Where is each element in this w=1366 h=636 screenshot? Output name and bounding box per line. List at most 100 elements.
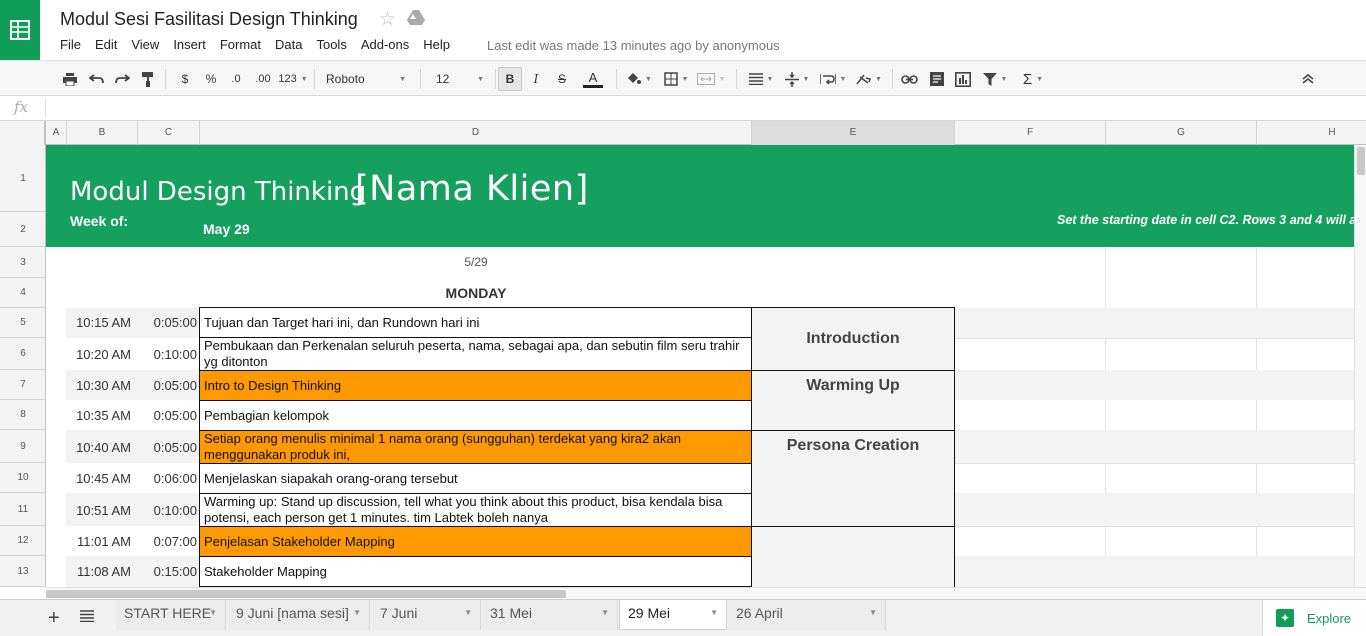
all-sheets-icon[interactable] xyxy=(80,610,94,625)
activity-cell[interactable]: Stakeholder Mapping xyxy=(199,556,752,587)
sheet-tab-26-april[interactable]: 26 April ▼ xyxy=(728,600,886,630)
vertical-scroll-thumb[interactable] xyxy=(1357,147,1365,175)
menu-view[interactable]: View xyxy=(131,37,166,52)
merge-cells-icon[interactable]: ▼ xyxy=(694,67,728,91)
currency-format-button[interactable]: $ xyxy=(176,67,194,91)
session-cell[interactable]: Warming Up xyxy=(751,370,955,431)
activity-cell[interactable]: Pembukaan dan Perkenalan seluruh peserta… xyxy=(199,337,752,371)
duration-cell[interactable]: 0:05:00 xyxy=(137,440,199,455)
time-cell[interactable]: 11:08 AM xyxy=(66,564,137,579)
formula-input[interactable] xyxy=(50,96,1350,120)
font-family-select[interactable]: Roboto ▼ xyxy=(320,67,412,91)
date-cell[interactable]: 5/29 xyxy=(200,255,752,269)
time-cell[interactable]: 11:01 AM xyxy=(66,534,137,549)
time-cell[interactable]: 10:15 AM xyxy=(66,315,137,330)
row-header-5[interactable]: 5 xyxy=(0,308,45,338)
menu-data[interactable]: Data xyxy=(275,37,309,52)
increase-decimal-button[interactable]: .00 xyxy=(251,67,275,91)
font-size-select[interactable]: 12 ▼ xyxy=(430,67,490,91)
session-cell[interactable]: Persona Creation xyxy=(751,430,955,527)
document-title[interactable]: Modul Sesi Fasilitasi Design Thinking xyxy=(60,9,358,30)
duration-cell[interactable]: 0:15:00 xyxy=(137,564,199,579)
explore-button[interactable]: ✦ Explore xyxy=(1262,600,1366,636)
borders-icon[interactable]: ▼ xyxy=(660,67,692,91)
row-header-10[interactable]: 10 xyxy=(0,463,45,493)
column-header-a[interactable]: A xyxy=(46,121,67,145)
menu-addons[interactable]: Add-ons xyxy=(361,37,416,52)
row-header-8[interactable]: 8 xyxy=(0,400,45,430)
row-header-13[interactable]: 13 xyxy=(0,556,45,587)
print-icon[interactable] xyxy=(60,67,80,91)
horizontal-align-icon[interactable]: ▼ xyxy=(744,67,778,91)
star-icon[interactable]: ☆ xyxy=(379,8,396,31)
time-cell[interactable]: 10:40 AM xyxy=(66,440,137,455)
menu-edit[interactable]: Edit xyxy=(95,37,124,52)
duration-cell[interactable]: 0:05:00 xyxy=(137,378,199,393)
row-header-9[interactable]: 9 xyxy=(0,430,45,463)
add-sheet-icon[interactable]: + xyxy=(48,607,60,630)
week-date-cell[interactable]: May 29 xyxy=(203,221,250,237)
decrease-decimal-button[interactable]: .0 xyxy=(226,67,246,91)
activity-cell[interactable]: Intro to Design Thinking xyxy=(199,370,752,401)
time-cell[interactable]: 10:35 AM xyxy=(66,408,137,423)
time-cell[interactable]: 10:45 AM xyxy=(66,471,137,486)
time-cell[interactable]: 10:20 AM xyxy=(66,347,137,362)
move-to-folder-icon[interactable] xyxy=(407,10,425,29)
row-header-2[interactable]: 2 xyxy=(0,212,45,247)
menu-format[interactable]: Format xyxy=(220,37,268,52)
day-name-cell[interactable]: MONDAY xyxy=(200,285,752,301)
column-header-e[interactable]: E xyxy=(752,121,955,145)
activity-cell[interactable]: Setiap orang menulis minimal 1 nama oran… xyxy=(199,430,752,464)
horizontal-scroll-thumb[interactable] xyxy=(46,590,566,598)
row-header-1[interactable]: 1 xyxy=(0,145,45,212)
bold-button[interactable]: B xyxy=(498,67,522,91)
session-cell[interactable]: Introduction xyxy=(751,307,955,371)
text-wrapping-icon[interactable]: ▼ xyxy=(816,67,850,91)
menu-help[interactable]: Help xyxy=(423,37,457,52)
text-rotation-icon[interactable]: ▼ xyxy=(852,67,886,91)
sheet-tab-31-mei[interactable]: 31 Mei ▼ xyxy=(482,600,618,630)
duration-cell[interactable]: 0:06:00 xyxy=(137,471,199,486)
select-all-corner[interactable] xyxy=(0,121,46,145)
session-cell[interactable] xyxy=(751,526,955,587)
row-header-6[interactable]: 6 xyxy=(0,338,45,370)
time-cell[interactable]: 10:51 AM xyxy=(66,503,137,518)
undo-icon[interactable] xyxy=(86,67,106,91)
insert-chart-icon[interactable] xyxy=(952,67,974,91)
sheet-tab-9-juni[interactable]: 9 Juni [nama sesi] ▼ xyxy=(228,600,370,630)
activity-cell[interactable]: Tujuan dan Target hari ini, dan Rundown … xyxy=(199,307,752,338)
collapse-toolbar-icon[interactable] xyxy=(1298,67,1318,91)
vertical-align-icon[interactable]: ▼ xyxy=(780,67,814,91)
activity-cell[interactable]: Warming up: Stand up discussion, tell wh… xyxy=(199,493,752,527)
functions-button[interactable]: Σ ▼ xyxy=(1016,67,1050,91)
activity-cell[interactable]: Menjelaskan siapakah orang-orang tersebu… xyxy=(199,463,752,494)
horizontal-scrollbar[interactable] xyxy=(46,587,1366,599)
time-cell[interactable]: 10:30 AM xyxy=(66,378,137,393)
menu-tools[interactable]: Tools xyxy=(316,37,353,52)
column-header-f[interactable]: F xyxy=(955,121,1106,145)
row-header-12[interactable]: 12 xyxy=(0,526,45,556)
sheet-tab-7-juni[interactable]: 7 Juni ▼ xyxy=(372,600,481,630)
sheets-logo-icon[interactable] xyxy=(0,0,40,60)
column-header-d[interactable]: D xyxy=(200,121,752,145)
header-banner[interactable]: Modul Design Thinking [Nama Klien] Week … xyxy=(46,145,1354,247)
column-header-b[interactable]: B xyxy=(67,121,138,145)
duration-cell[interactable]: 0:07:00 xyxy=(137,534,199,549)
duration-cell[interactable]: 0:05:00 xyxy=(137,315,199,330)
redo-icon[interactable] xyxy=(112,67,132,91)
activity-cell[interactable]: Penjelasan Stakeholder Mapping xyxy=(199,526,752,557)
fill-color-icon[interactable]: ▼ xyxy=(622,67,656,91)
vertical-scrollbar[interactable] xyxy=(1354,145,1366,587)
italic-button[interactable]: I xyxy=(526,67,546,91)
row-header-3[interactable]: 3 xyxy=(0,247,45,278)
percent-format-button[interactable]: % xyxy=(202,67,220,91)
sheet-grid[interactable]: Modul Design Thinking [Nama Klien] Week … xyxy=(46,145,1354,587)
duration-cell[interactable]: 0:10:00 xyxy=(137,347,199,362)
text-color-button[interactable]: A xyxy=(576,67,610,91)
sheet-tab-29-mei[interactable]: 29 Mei ▼ xyxy=(619,600,727,630)
insert-comment-icon[interactable] xyxy=(926,67,948,91)
activity-cell[interactable]: Pembagian kelompok xyxy=(199,400,752,431)
menu-insert[interactable]: Insert xyxy=(173,37,213,52)
row-header-11[interactable]: 11 xyxy=(0,493,45,526)
paint-format-icon[interactable] xyxy=(138,67,158,91)
